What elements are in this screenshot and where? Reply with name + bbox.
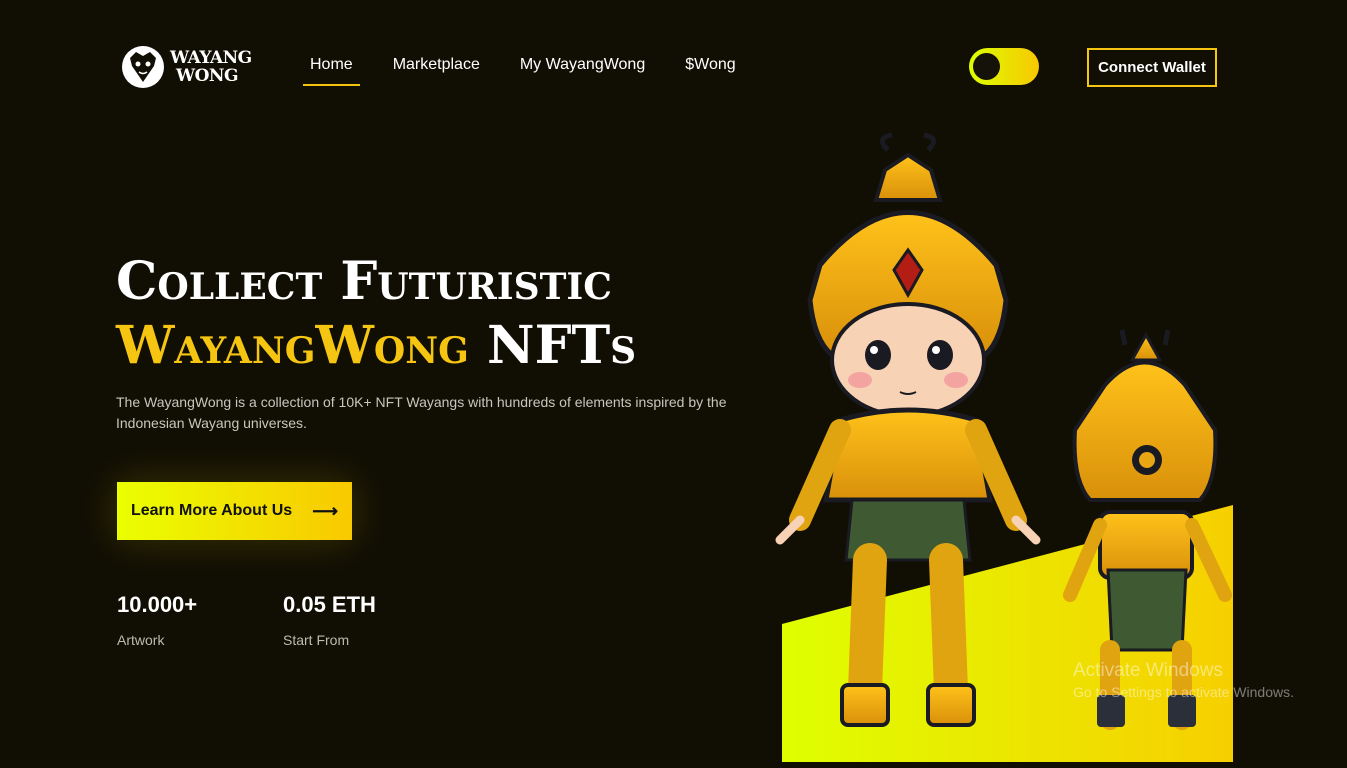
stat-price-label: Start From [283,632,350,648]
watermark-subtitle: Go to Settings to activate Windows. [1073,684,1294,700]
stat-artwork: 10.000+ Artwork [117,592,197,648]
stat-price: 0.05 ETH Start From [283,592,376,648]
stat-artwork-value: 10.000+ [117,592,198,617]
hero-title-line-2: WayangWong NFTs [116,314,636,378]
wayang-mask-icon [122,46,164,88]
hero-description: The WayangWong is a collection of 10K+ N… [116,394,727,431]
brand-logo[interactable]: WAYANG WONG [120,44,252,90]
theme-toggle[interactable] [969,48,1039,85]
learn-more-label: Learn More About Us [130,502,293,519]
connect-wallet-button[interactable]: Connect Wallet [1087,48,1217,87]
brand-line-1: WAYANG [170,48,252,68]
hero-title-accent: WayangWong [116,315,469,376]
windows-activation-watermark: Activate Windows Go to Settings to activ… [1073,660,1294,700]
brand-wordmark: WAYANG WONG [170,49,252,85]
main-nav: Home Marketplace My WayangWong $Wong [303,56,769,86]
hero-title: Collect Futuristic WayangWong NFTs [116,250,636,378]
toggle-knob [973,53,1000,80]
watermark-title: Activate Windows [1073,660,1223,681]
arrow-right-icon: ⟶ [312,500,338,521]
stat-price-value: 0.05 ETH [283,592,376,617]
brand-line-2: WONG [176,66,238,86]
hero-title-rest: NFTs [468,315,637,376]
nav-home[interactable]: Home [303,56,360,86]
hero-title-line-1: Collect Futuristic [116,251,612,312]
nav-wong-token[interactable]: $Wong [678,56,742,86]
nav-marketplace[interactable]: Marketplace [386,56,487,86]
learn-more-button[interactable]: Learn More About Us ⟶ [117,482,352,540]
stat-artwork-label: Artwork [117,632,165,648]
nav-my-wayangwong[interactable]: My WayangWong [513,56,652,86]
